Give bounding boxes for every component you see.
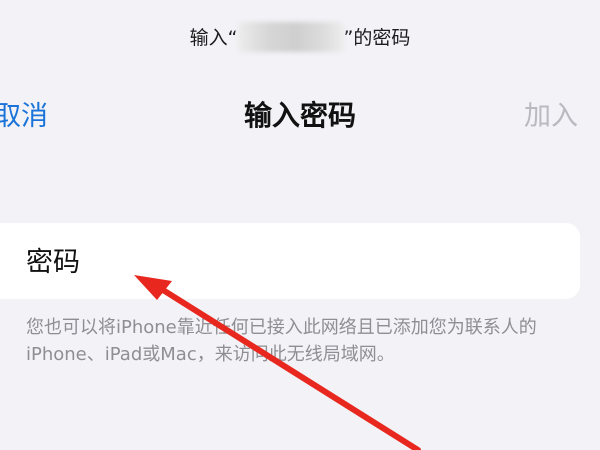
- join-button[interactable]: 加入: [524, 94, 578, 133]
- network-prompt-text: 输入“ ”的密码: [0, 22, 600, 52]
- nearby-share-footnote: 您也可以将iPhone靠近任何已接入此网络且已添加您为联系人的iPhone、iP…: [26, 317, 537, 365]
- password-input[interactable]: [26, 243, 546, 281]
- prompt-suffix: ”的密码: [343, 27, 411, 49]
- navigation-bar: 取消 输入密码 加入: [0, 80, 600, 144]
- cancel-button[interactable]: 取消: [0, 94, 48, 133]
- prompt-prefix: 输入“: [189, 27, 238, 49]
- network-prompt-header: 输入“ ”的密码: [0, 0, 600, 70]
- page-title: 输入密码: [243, 99, 356, 132]
- redacted-network-name: [237, 22, 344, 52]
- password-cell[interactable]: [0, 223, 580, 299]
